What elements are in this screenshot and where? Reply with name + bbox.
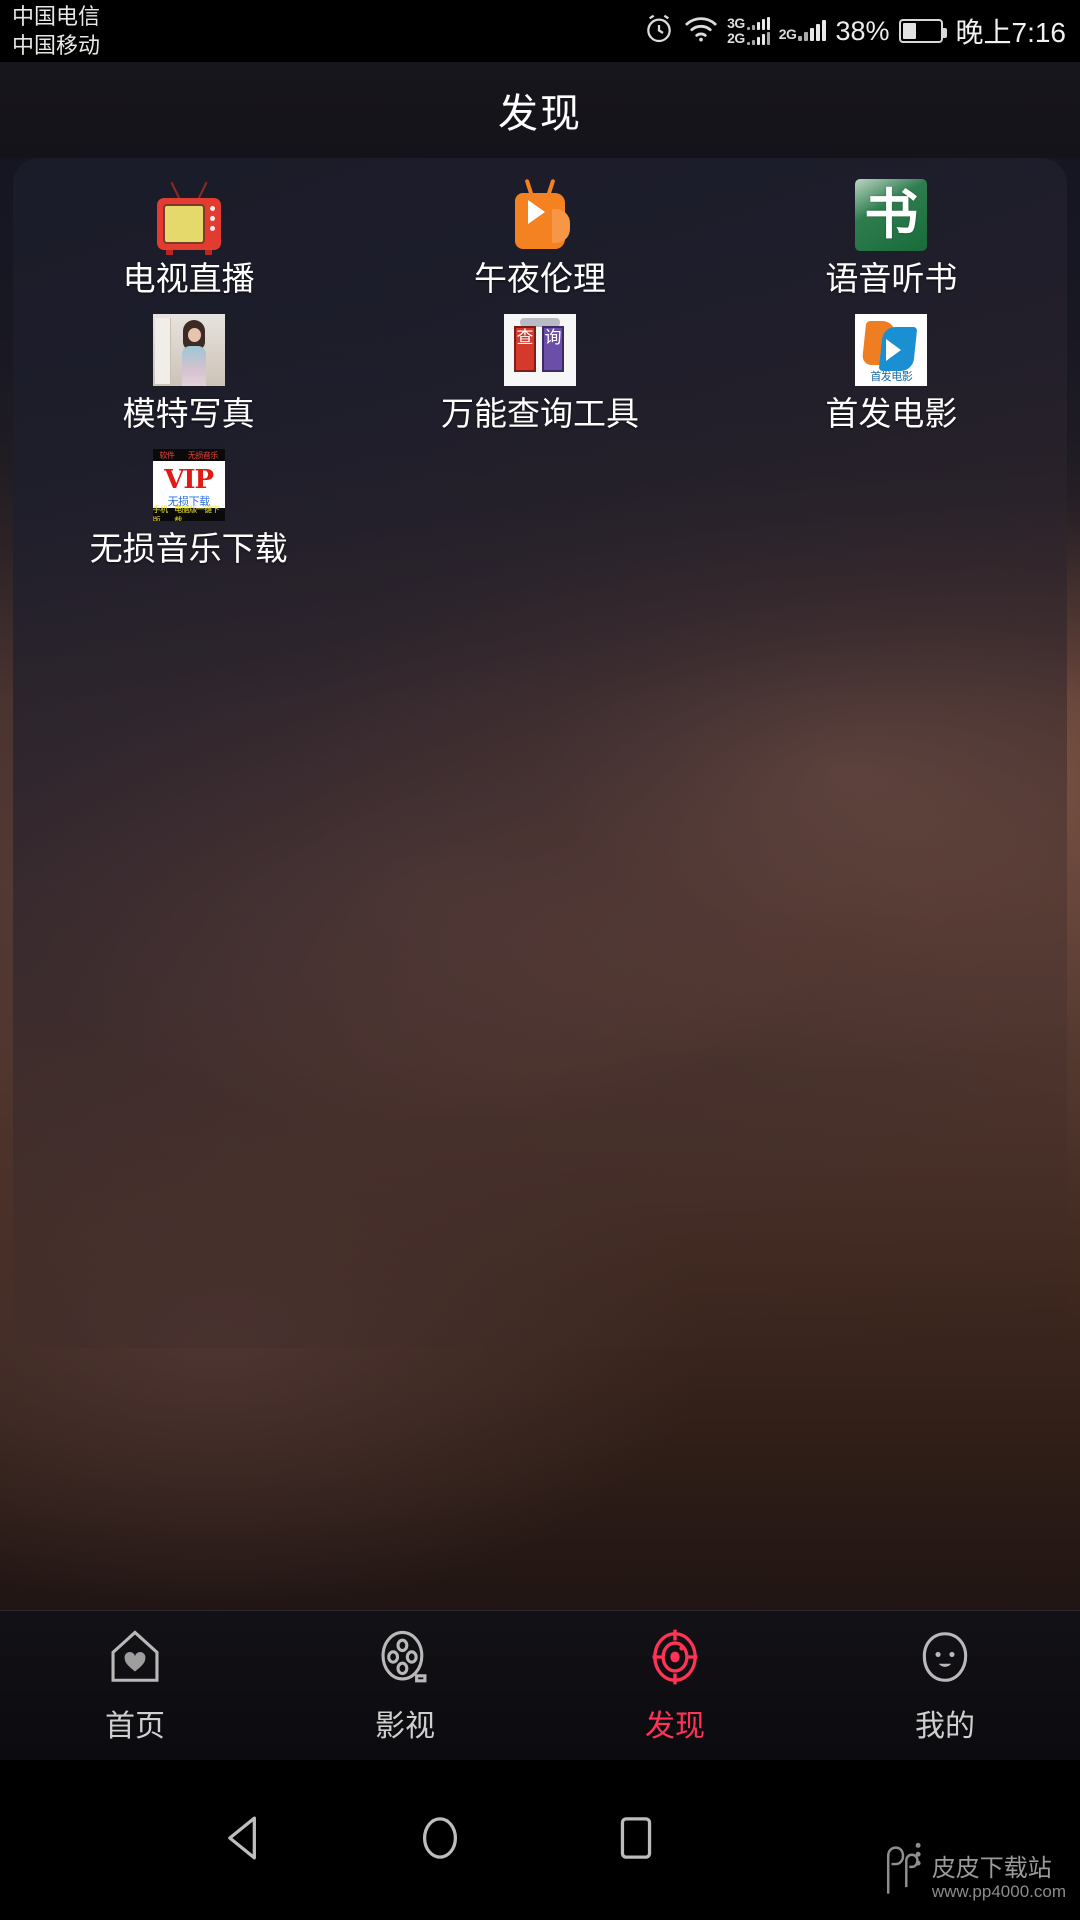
vip-top-right-text: 无损音乐 [187, 450, 219, 460]
app-item-lossless-music[interactable]: 软件 无损音乐 VIP 无损下载 手机版 电脑版一键下载 无损音乐下载 [13, 440, 364, 575]
phone-screen: 中国电信 中国移动 3G 2G 2G 38% 晚上7:16 发现 电视直播 午夜… [0, 0, 1080, 1920]
radar-target-icon [644, 1626, 706, 1693]
tv-icon [147, 178, 231, 255]
status-bar: 中国电信 中国移动 3G 2G 2G 38% 晚上7:16 [0, 0, 1080, 62]
sim1-signal-icon: 3G 2G [727, 15, 770, 46]
watermark-url: www.pp4000.com [931, 1882, 1066, 1901]
app-item-audiobook[interactable]: 书 语音听书 [716, 170, 1067, 305]
app-grid: 电视直播 午夜伦理 书 语音听书 模特写真 查 询 万能查询工具 首发电影 首发… [13, 170, 1067, 575]
tab-label: 我的 [915, 1710, 975, 1743]
app-label: 模特写真 [122, 395, 255, 432]
audiobook-icon-char: 书 [864, 183, 919, 246]
query-icon-char-1: 查 [516, 328, 534, 348]
battery-icon [898, 19, 947, 43]
app-item-midnight[interactable]: 午夜伦理 [364, 170, 715, 305]
bottom-tab-bar: 首页 影视 发现 我的 [0, 1610, 1080, 1760]
tab-label: 首页 [105, 1710, 165, 1743]
vip-music-icon: 软件 无损音乐 VIP 无损下载 手机版 电脑版一键下载 [147, 448, 231, 522]
app-label: 语音听书 [825, 260, 958, 297]
battery-percent-label: 38% [835, 15, 890, 46]
sim2-signal-icon: 2G [778, 20, 827, 42]
tab-video[interactable]: 影视 [270, 1611, 540, 1760]
wifi-icon [684, 15, 718, 48]
vip-top-left-text: 软件 [159, 450, 175, 460]
film-reel-icon [374, 1626, 436, 1693]
watermark: 皮皮下载站 www.pp4000.com [880, 1841, 1066, 1902]
home-heart-icon [104, 1626, 166, 1693]
app-label: 午夜伦理 [473, 260, 606, 297]
pp-logo-icon [880, 1841, 926, 1902]
audiobook-icon: 书 [849, 178, 933, 252]
status-icons: 3G 2G 2G 38% 晚上7:16 [643, 0, 1066, 62]
discover-panel: 电视直播 午夜伦理 书 语音听书 模特写真 查 询 万能查询工具 首发电影 首发… [13, 158, 1067, 1348]
carrier-label-1: 中国电信 [12, 4, 101, 29]
query-tool-icon: 查 询 [498, 313, 582, 387]
query-icon-char-2: 询 [544, 328, 562, 348]
play-button-icon [498, 178, 582, 252]
alarm-clock-icon [643, 13, 675, 50]
back-triangle-icon [217, 1810, 273, 1871]
profile-face-icon [914, 1626, 976, 1693]
status-clock: 晚上7:16 [955, 17, 1067, 48]
carrier-labels: 中国电信 中国移动 [12, 2, 100, 60]
sim1-bars-bottom [746, 32, 770, 45]
vip-text: VIP [164, 465, 214, 495]
sim1-bars-top [746, 17, 770, 30]
nav-recent-button[interactable] [556, 1760, 716, 1920]
app-label: 万能查询工具 [440, 395, 639, 432]
app-item-tv-live[interactable]: 电视直播 [13, 170, 364, 305]
sim2-bars [798, 20, 827, 41]
sim2-network-label: 2G [778, 26, 797, 42]
sim1-network-label: 3G [727, 15, 745, 31]
tab-label: 影视 [375, 1710, 435, 1743]
vip-bottom-left-text: 手机版 [152, 504, 168, 522]
tab-label: 发现 [645, 1710, 705, 1743]
recent-square-icon [608, 1810, 664, 1871]
vip-bottom-right-text: 电脑版一键下载 [174, 504, 220, 522]
nav-home-button[interactable] [360, 1760, 520, 1920]
movie-icon-caption: 首发电影 [870, 370, 913, 383]
carrier-label-2: 中国移动 [12, 33, 101, 58]
app-label: 首发电影 [825, 395, 958, 432]
app-label: 电视直播 [122, 260, 255, 297]
app-item-first-movie[interactable]: 首发电影 首发电影 [716, 305, 1067, 440]
tab-discover[interactable]: 发现 [540, 1611, 810, 1760]
watermark-name: 皮皮下载站 [931, 1855, 1052, 1882]
app-label: 无损音乐下载 [89, 530, 288, 567]
tab-profile[interactable]: 我的 [810, 1611, 1080, 1760]
app-item-model-photo[interactable]: 模特写真 [13, 305, 364, 440]
model-photo-icon [147, 313, 231, 387]
first-release-movie-icon: 首发电影 [849, 313, 933, 387]
home-circle-icon [412, 1810, 468, 1871]
app-item-query-tool[interactable]: 查 询 万能查询工具 [364, 305, 715, 440]
page-title: 发现 [498, 92, 582, 136]
nav-back-button[interactable] [165, 1760, 325, 1920]
sim1-network-label-secondary: 2G [727, 30, 745, 46]
android-nav-bar: 皮皮下载站 www.pp4000.com [0, 1760, 1080, 1920]
tab-home[interactable]: 首页 [0, 1611, 270, 1760]
app-header: 发现 [0, 62, 1080, 158]
